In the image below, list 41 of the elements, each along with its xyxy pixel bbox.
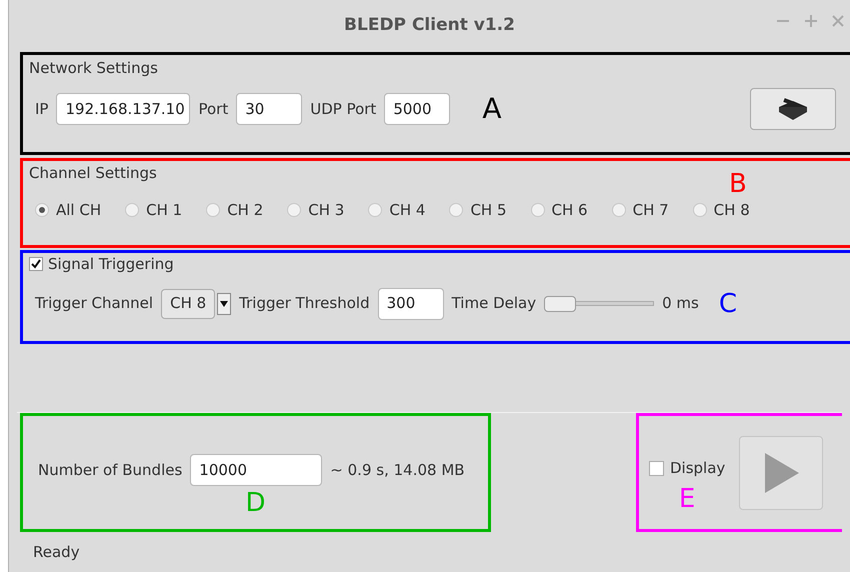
field-label: Time Delay — [452, 293, 536, 314]
caret-icon — [217, 292, 232, 314]
connect-button[interactable] — [750, 88, 836, 130]
display-checkbox[interactable]: Display — [649, 457, 726, 480]
field-label: Port — [198, 98, 228, 120]
field-label: IP — [35, 98, 48, 120]
field-label: Trigger Channel — [35, 293, 154, 314]
group-title: Channel Settings — [29, 164, 157, 182]
field-label: Number of Bundles — [38, 460, 182, 481]
port-field[interactable]: 30 — [236, 93, 302, 125]
channel-radio[interactable]: CH 2 — [206, 199, 264, 222]
estimate-text: ~ 0.9 s, 14.08 MB — [330, 460, 465, 481]
udp-port-field[interactable]: 5000 — [384, 93, 450, 125]
slider-thumb[interactable] — [544, 296, 576, 312]
annotation-letter: E — [678, 486, 696, 512]
maximize-icon[interactable] — [804, 14, 818, 28]
channel-radio[interactable]: CH 8 — [692, 199, 750, 222]
channel-radio[interactable]: CH 1 — [125, 199, 182, 222]
field-label: UDP Port — [310, 98, 376, 120]
channel-radio[interactable]: CH 7 — [612, 199, 669, 222]
status-text: Ready — [33, 542, 80, 563]
field-label: Trigger Threshold — [239, 293, 370, 314]
check-icon — [30, 258, 42, 270]
annotation-letter: A — [482, 95, 502, 123]
annotation-letter: D — [245, 490, 266, 516]
ip-field[interactable]: 192.168.137.10 — [56, 93, 190, 125]
annotation-letter: C — [718, 290, 738, 316]
signal-triggering-checkbox[interactable]: Signal Triggering — [29, 253, 174, 276]
channel-radio[interactable]: CH 6 — [530, 199, 588, 222]
channel-radio[interactable]: CH 5 — [449, 199, 507, 222]
channel-radio[interactable]: All CH — [35, 199, 102, 222]
threshold-field[interactable]: 300 — [378, 288, 444, 320]
bundles-field[interactable]: 10000 — [190, 454, 322, 486]
time-delay-slider[interactable] — [544, 296, 654, 312]
window-title: BLEDP Client v1.2 — [344, 14, 515, 38]
group-title: Network Settings — [29, 59, 158, 77]
close-icon[interactable] — [832, 14, 844, 28]
annotation-letter: B — [729, 169, 747, 199]
channel-radio[interactable]: CH 4 — [368, 199, 426, 222]
channel-radio[interactable]: CH 3 — [287, 199, 344, 222]
slider-reading: 0 ms — [662, 293, 699, 314]
